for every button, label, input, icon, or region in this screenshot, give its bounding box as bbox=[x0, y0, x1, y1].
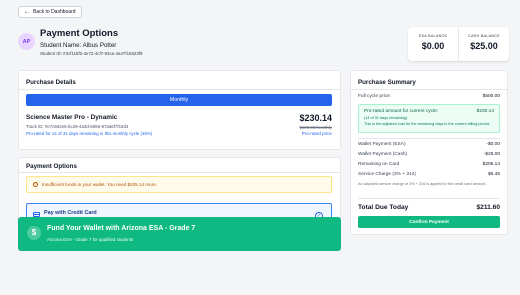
dollar-icon: $ bbox=[27, 226, 41, 240]
cash-balance-label: CASH BALANCE bbox=[468, 34, 500, 38]
prorated-days: (14 of 31 days remaining) bbox=[364, 116, 408, 120]
insufficient-funds-alert: ! Insufficient funds in your wallet. You… bbox=[26, 176, 332, 193]
billing-monthly-button[interactable]: Monthly bbox=[26, 94, 332, 106]
full-cycle-row: Full cycle price: $500.00 bbox=[358, 94, 500, 99]
page-title: Payment Options bbox=[40, 28, 119, 39]
prorated-price: $230.14 bbox=[299, 113, 332, 123]
price-note: Pro-rated price bbox=[301, 131, 332, 136]
fund-wallet-banner[interactable]: $ Fund Your Wallet with Arizona ESA - Gr… bbox=[18, 217, 341, 251]
wallet-esa-value: -$0.00 bbox=[486, 142, 500, 147]
purchase-details-title: Purchase Details bbox=[26, 79, 76, 86]
original-price: $500.00/monthly bbox=[299, 125, 332, 130]
purchase-details-divider bbox=[18, 89, 341, 90]
full-cycle-label: Full cycle price: bbox=[358, 94, 392, 99]
student-id: Student ID: #3cf118f2-4e72-4cf7-93ca-4a4… bbox=[40, 51, 143, 56]
total-due-value: $211.60 bbox=[476, 204, 500, 211]
remaining-label: Remaining on Card bbox=[358, 162, 400, 167]
alert-text: Insufficient funds in your wallet. You n… bbox=[42, 182, 158, 187]
payment-options-title: Payment Options bbox=[26, 163, 77, 170]
wallet-esa-label: Wallet Payment (ESA) bbox=[358, 142, 406, 147]
balance-card: ESA BALANCE $0.00 CASH BALANCE $25.00 bbox=[408, 27, 509, 61]
wallet-cash-row: Wallet Payment (Cash) -$25.00 bbox=[358, 152, 500, 157]
purchase-summary-title: Purchase Summary bbox=[358, 79, 416, 86]
prorated-note: This is the adjusted cost for the remain… bbox=[364, 122, 490, 126]
back-button-label: Back to Dashboard bbox=[33, 9, 76, 15]
wallet-cash-label: Wallet Payment (Cash) bbox=[358, 152, 408, 157]
wallet-esa-row: Wallet Payment (ESA) -$0.00 bbox=[358, 142, 500, 147]
esa-balance-label: ESA BALANCE bbox=[418, 34, 448, 38]
summary-divider-top bbox=[350, 89, 508, 90]
service-charge-value: $6.46 bbox=[487, 172, 500, 177]
prorated-text: Pro-rated for 14 of 31 days remaining in… bbox=[26, 131, 153, 136]
service-charge-row: Service Charge (3% + 31¢) $6.46 bbox=[358, 172, 500, 177]
wallet-cash-value: -$25.00 bbox=[483, 152, 500, 157]
track-id: Track ID: #e7c662e5-bc29-4a3d-8066-87aa6… bbox=[26, 124, 129, 129]
back-to-dashboard-button[interactable]: ← Back to Dashboard bbox=[18, 6, 82, 18]
fund-wallet-title: Fund Your Wallet with Arizona ESA - Grad… bbox=[47, 225, 196, 232]
cash-balance: CASH BALANCE $25.00 bbox=[458, 27, 509, 61]
confirm-payment-button[interactable]: Confirm Payment bbox=[358, 216, 500, 228]
full-cycle-value: $500.00 bbox=[482, 94, 500, 99]
remaining-row: Remaining on Card $205.14 bbox=[358, 162, 500, 167]
prorated-amount-value: $230.14 bbox=[476, 109, 494, 114]
summary-divider-mid bbox=[358, 138, 500, 139]
esa-balance: ESA BALANCE $0.00 bbox=[408, 27, 458, 61]
remaining-value: $205.14 bbox=[482, 162, 500, 167]
arrow-left-icon: ← bbox=[24, 9, 30, 15]
service-charge-note: An adjusted service charge of 3% + 31¢ i… bbox=[358, 182, 487, 186]
credit-card-title: Pay with Credit Card bbox=[44, 210, 97, 216]
service-charge-label: Service Charge (3% + 31¢) bbox=[358, 172, 416, 177]
fund-wallet-subtitle: Arizona ESA - Grade 7 for qualified stud… bbox=[47, 237, 134, 242]
warning-icon: ! bbox=[33, 182, 38, 187]
avatar: AP bbox=[18, 33, 35, 50]
total-due-label: Total Due Today bbox=[358, 204, 409, 211]
summary-divider-bottom bbox=[358, 198, 500, 199]
payment-options-divider bbox=[18, 172, 341, 173]
student-name: Student Name: Albus Potter bbox=[40, 42, 117, 49]
esa-balance-value: $0.00 bbox=[421, 41, 445, 51]
cash-balance-value: $25.00 bbox=[470, 41, 498, 51]
prorated-amount-box: Pro-rated amount for current cycle: $230… bbox=[358, 104, 500, 133]
prorated-amount-label: Pro-rated amount for current cycle: bbox=[364, 109, 439, 114]
product-name: Science Master Pro - Dynamic bbox=[26, 114, 118, 121]
